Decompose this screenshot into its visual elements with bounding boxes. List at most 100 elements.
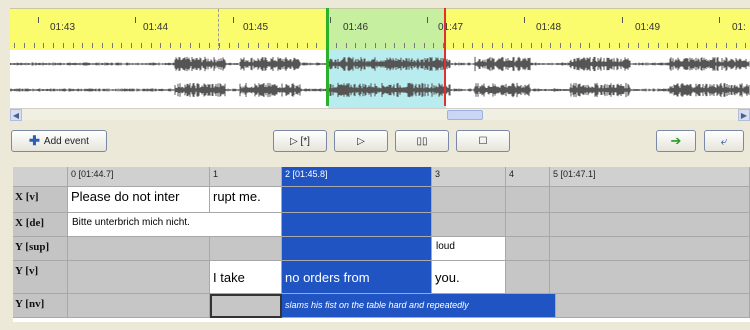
tier-label[interactable]: Y [nv] bbox=[13, 294, 68, 318]
arrow-back-icon: ⤶ bbox=[720, 133, 728, 148]
minor-tick bbox=[716, 43, 717, 48]
empty-cell-selected[interactable] bbox=[282, 187, 432, 213]
column-header[interactable]: 0 [01:44.7] bbox=[68, 167, 210, 187]
pause-icon: ▯▯ bbox=[416, 135, 428, 147]
minor-tick bbox=[531, 43, 532, 48]
minor-tick bbox=[550, 43, 551, 48]
minor-tick bbox=[277, 43, 278, 48]
empty-cell[interactable] bbox=[556, 294, 750, 318]
empty-cell[interactable] bbox=[506, 237, 550, 261]
tick-mark bbox=[233, 17, 234, 23]
minor-tick bbox=[112, 43, 113, 48]
minor-tick bbox=[580, 43, 581, 48]
event-cell-selected[interactable]: slams his fist on the table hard and rep… bbox=[282, 294, 556, 318]
minor-tick bbox=[599, 43, 600, 48]
minor-tick bbox=[346, 43, 347, 48]
empty-cell[interactable] bbox=[550, 261, 750, 294]
empty-cell[interactable] bbox=[550, 237, 750, 261]
minor-tick bbox=[73, 43, 74, 48]
empty-cell[interactable] bbox=[432, 187, 506, 213]
scroll-right-icon[interactable]: ▶ bbox=[738, 109, 750, 121]
column-header-selected[interactable]: 2 [01:45.8] bbox=[282, 167, 432, 187]
waveform-panel[interactable] bbox=[10, 50, 750, 108]
event-cell[interactable]: you. bbox=[432, 261, 506, 294]
toolbar: ✚ Add event ▷ [*] ▷ ▯▯ ☐ ➔ ⤶ bbox=[10, 121, 750, 161]
tier-label[interactable]: Y [sup] bbox=[13, 237, 68, 261]
minor-tick bbox=[365, 43, 366, 48]
stop-button[interactable]: ☐ bbox=[456, 130, 510, 152]
minor-tick bbox=[180, 43, 181, 48]
minor-tick bbox=[394, 43, 395, 48]
event-cell[interactable]: Please do not inter bbox=[68, 187, 210, 213]
tier-label[interactable]: Y [v] bbox=[13, 261, 68, 294]
empty-cell[interactable] bbox=[550, 187, 750, 213]
arrow-right-icon: ➔ bbox=[670, 133, 682, 148]
minor-tick bbox=[492, 43, 493, 48]
minor-tick bbox=[511, 43, 512, 48]
add-event-button[interactable]: ✚ Add event bbox=[11, 130, 107, 152]
focused-cell[interactable] bbox=[210, 294, 282, 318]
scroll-thumb[interactable] bbox=[447, 110, 483, 120]
event-cell[interactable]: I take bbox=[210, 261, 282, 294]
horizontal-scrollbar[interactable]: ◀ ▶ bbox=[10, 108, 750, 121]
selection-start-marker[interactable] bbox=[326, 8, 329, 106]
minor-tick bbox=[43, 43, 44, 48]
minor-tick bbox=[121, 43, 122, 48]
empty-cell[interactable] bbox=[506, 261, 550, 294]
empty-cell[interactable] bbox=[68, 237, 210, 261]
minor-tick bbox=[697, 43, 698, 48]
minor-tick bbox=[151, 43, 152, 48]
empty-cell[interactable] bbox=[506, 187, 550, 213]
tick-label: 01: bbox=[732, 22, 746, 33]
play-button[interactable]: ▷ bbox=[334, 130, 388, 152]
column-header[interactable]: 4 bbox=[506, 167, 550, 187]
empty-cell[interactable] bbox=[68, 261, 210, 294]
event-cell[interactable]: Bitte unterbrich mich nicht. bbox=[68, 213, 282, 237]
column-header[interactable]: 5 [01:47.1] bbox=[550, 167, 750, 187]
minor-tick bbox=[375, 43, 376, 48]
corner-cell bbox=[13, 167, 68, 187]
minor-tick bbox=[131, 43, 132, 48]
empty-cell-selected[interactable] bbox=[282, 213, 432, 237]
minor-tick bbox=[297, 43, 298, 48]
minor-tick bbox=[82, 43, 83, 48]
minor-tick bbox=[53, 43, 54, 48]
empty-cell[interactable] bbox=[506, 213, 550, 237]
minor-tick bbox=[472, 43, 473, 48]
minor-tick bbox=[541, 43, 542, 48]
prev-button[interactable]: ⤶ bbox=[704, 130, 744, 152]
minor-tick bbox=[248, 43, 249, 48]
partitur-table: 0 [01:44.7] 1 2 [01:45.8] 3 4 5 [01:47.1… bbox=[13, 167, 750, 322]
minor-tick bbox=[658, 43, 659, 48]
play-selection-button[interactable]: ▷ [*] bbox=[273, 130, 327, 152]
waveform-channel bbox=[10, 56, 750, 72]
selection-end-marker[interactable] bbox=[444, 8, 446, 106]
next-button[interactable]: ➔ bbox=[656, 130, 696, 152]
tick-mark bbox=[38, 17, 39, 23]
column-header[interactable]: 3 bbox=[432, 167, 506, 187]
minor-tick bbox=[667, 43, 668, 48]
empty-cell[interactable] bbox=[550, 213, 750, 237]
minor-tick bbox=[307, 43, 308, 48]
minor-tick bbox=[199, 43, 200, 48]
scroll-left-icon[interactable]: ◀ bbox=[10, 109, 22, 121]
empty-cell[interactable] bbox=[432, 213, 506, 237]
timeline-ruler[interactable]: 01:43 01:44 01:45 01:46 01:47 01:48 01:4… bbox=[10, 8, 750, 50]
event-cell-selected[interactable]: no orders from bbox=[282, 261, 432, 294]
minor-tick bbox=[453, 43, 454, 48]
event-cell[interactable]: rupt me. bbox=[210, 187, 282, 213]
waveform-channel bbox=[10, 82, 750, 98]
tier-label[interactable]: X [v] bbox=[13, 187, 68, 213]
minor-tick bbox=[316, 43, 317, 48]
minor-tick bbox=[619, 43, 620, 48]
event-cell[interactable]: loud bbox=[432, 237, 506, 261]
minor-tick bbox=[628, 43, 629, 48]
pause-button[interactable]: ▯▯ bbox=[395, 130, 449, 152]
minor-tick bbox=[706, 43, 707, 48]
empty-cell[interactable] bbox=[210, 237, 282, 261]
column-header[interactable]: 1 bbox=[210, 167, 282, 187]
minor-tick bbox=[560, 43, 561, 48]
empty-cell[interactable] bbox=[68, 294, 210, 318]
empty-cell-selected[interactable] bbox=[282, 237, 432, 261]
tier-label[interactable]: X [de] bbox=[13, 213, 68, 237]
